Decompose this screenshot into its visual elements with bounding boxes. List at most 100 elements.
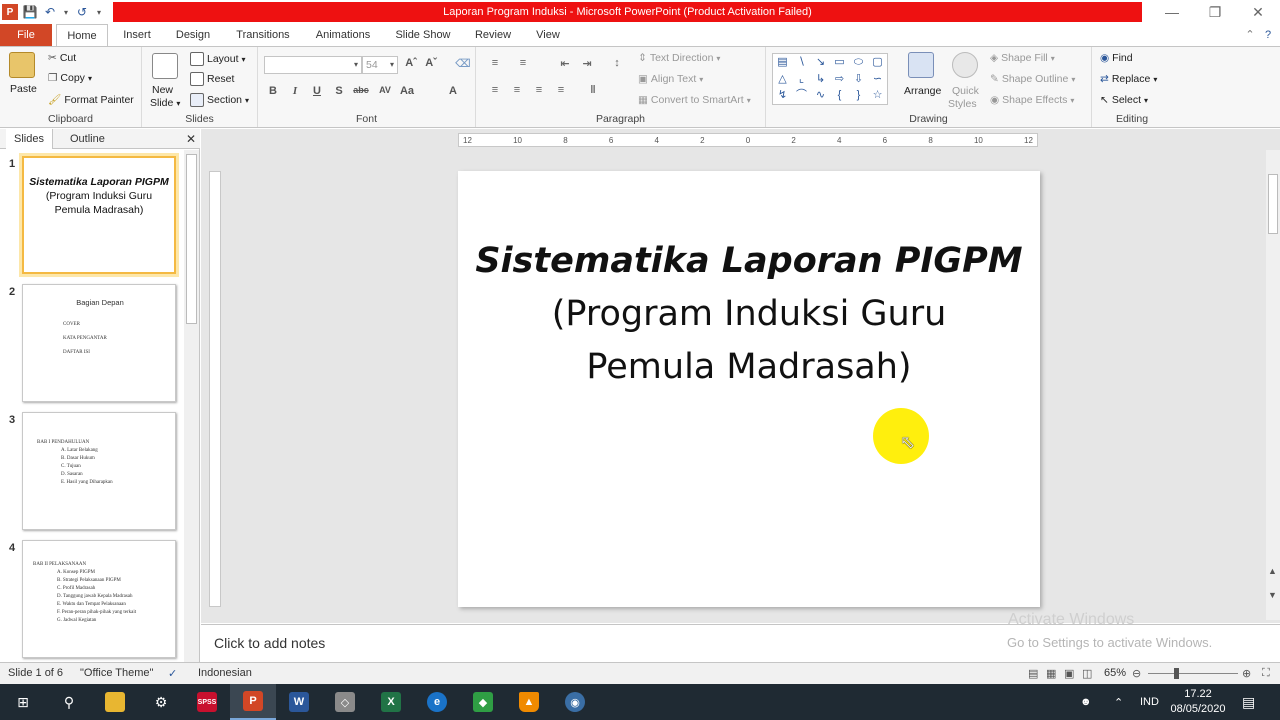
numbering-icon[interactable]: ≡ [514,57,532,69]
right-arrow-shape-icon[interactable]: ⇨ [830,71,849,88]
vlc-taskbar-icon[interactable]: ▲ [506,684,552,720]
freeform-shape-icon[interactable]: ↯ [773,87,792,104]
text-direction-button[interactable]: ⇕ Text Direction ▾ [638,52,720,64]
triangle-shape-icon[interactable]: △ [773,71,792,88]
new-slide-label-1[interactable]: New [152,84,173,96]
wave-shape-icon[interactable]: ∿ [811,87,830,104]
section-button[interactable]: Section ▾ [190,93,249,107]
justify-icon[interactable]: ≡ [552,84,570,96]
customize-qat-icon[interactable]: ▾ [94,4,104,20]
theme-name[interactable]: "Office Theme" [80,667,153,679]
align-left-icon[interactable]: ≡ [486,84,504,96]
quick-styles-label-2[interactable]: Styles [948,98,977,110]
app-icon[interactable]: SPSS [184,684,230,720]
next-slide-icon[interactable]: ▼ [1268,590,1277,600]
settings-icon[interactable]: ⚙ [138,684,184,720]
replace-button[interactable]: ⇄ Replace ▾ [1100,73,1157,85]
star-shape-icon[interactable]: ☆ [868,87,887,104]
arc-shape-icon[interactable]: ⌒ [792,87,811,104]
character-spacing-icon[interactable]: AV [376,85,394,95]
columns-icon[interactable]: ‖ [584,84,602,96]
close-icon[interactable]: ✕ [1238,0,1278,24]
arrange-icon[interactable] [908,52,934,78]
tab-review[interactable]: Review [470,24,516,46]
editor-scrollbar[interactable]: ▲ ▼ [1266,150,1280,620]
edge-taskbar-icon[interactable]: e [414,684,460,720]
slide-thumbnail[interactable]: Bagian Depan COVER KATA PENGANTAR DAFTAR… [22,284,176,402]
new-slide-label-2[interactable]: Slide ▾ [150,97,180,109]
curve-shape-icon[interactable]: ∽ [868,71,887,88]
notes-placeholder[interactable]: Click to add notes [214,635,325,651]
minimize-ribbon-icon[interactable]: ⌃ [1242,24,1258,46]
find-button[interactable]: ◉ Find [1100,52,1133,64]
file-explorer-icon[interactable] [92,684,138,720]
arrow-line-shape-icon[interactable]: ↘ [811,54,830,71]
thumbnail-scrollbar[interactable] [184,150,199,662]
powerpoint-taskbar-icon[interactable]: P [230,684,276,720]
excel-taskbar-icon[interactable]: X [368,684,414,720]
layout-button[interactable]: Layout ▾ [190,52,246,66]
connector-shape-icon[interactable]: ⌞ [792,71,811,88]
tab-insert[interactable]: Insert [114,24,160,46]
clock[interactable]: 17.22 08/05/2020 [1168,684,1228,720]
redo-icon[interactable]: ↺ [74,4,90,20]
current-slide[interactable]: Sistematika Laporan PIGPM (Program Induk… [458,171,1040,607]
tab-view[interactable]: View [528,24,568,46]
quick-styles-label-1[interactable]: Quick [952,85,979,97]
bold-icon[interactable]: B [264,85,282,97]
down-arrow-shape-icon[interactable]: ⇩ [849,71,868,88]
change-case-icon[interactable]: Aa [398,85,416,97]
spellcheck-icon[interactable]: ✓ [168,667,177,680]
zoom-out-icon[interactable]: ⊖ [1132,667,1141,680]
shapes-gallery[interactable]: ▤ ∖ ↘ ▭ ⬭ ▢ △ ⌞ ↳ ⇨ ⇩ ∽ ↯ ⌒ ∿{} ☆ [772,53,888,105]
app-taskbar-icon[interactable]: ◆ [460,684,506,720]
tab-transitions[interactable]: Transitions [228,24,298,46]
rectangle-shape-icon[interactable]: ▭ [830,54,849,71]
input-language[interactable]: IND [1140,684,1159,720]
align-text-button[interactable]: ▣ Align Text ▾ [638,73,703,85]
notifications-icon[interactable]: ▤ [1242,684,1255,720]
tab-file[interactable]: File [0,24,52,46]
shrink-font-icon[interactable]: Aˇ [422,57,440,69]
shadow-icon[interactable]: S [330,85,348,97]
zoom-level[interactable]: 65% [1104,667,1126,679]
convert-smartart-button[interactable]: ▦ Convert to SmartArt ▾ [638,94,751,106]
font-size-combo[interactable]: 54 ▾ [362,56,398,74]
reading-view-icon[interactable]: ▣ [1064,667,1074,680]
slide-thumbnail[interactable]: BAB I PENDAHULUAN A. Latar Belakang B. D… [22,412,176,530]
rounded-rect-shape-icon[interactable]: ▢ [868,54,887,71]
shape-effects-button[interactable]: ◉ Shape Effects ▾ [990,94,1074,106]
slide-title-placeholder[interactable]: Sistematika Laporan PIGPM (Program Induk… [458,235,1040,394]
elbow-shape-icon[interactable]: ↳ [811,71,830,88]
zoom-slider[interactable] [1148,673,1238,674]
undo-icon[interactable]: ↶ [42,4,58,20]
increase-indent-icon[interactable]: ⇥ [578,57,596,70]
select-button[interactable]: ↖ Select ▾ [1100,94,1148,106]
help-icon[interactable]: ? [1260,24,1276,46]
arrange-button[interactable]: Arrange [904,85,941,97]
scrollbar-thumb[interactable] [186,154,197,324]
line-shape-icon[interactable]: ∖ [792,54,811,71]
normal-view-icon[interactable]: ▤ [1028,667,1038,680]
tab-home[interactable]: Home [56,24,108,47]
tab-slide-show[interactable]: Slide Show [390,24,456,46]
align-center-icon[interactable]: ≡ [508,84,526,96]
app-taskbar-icon[interactable]: ◉ [552,684,598,720]
cut-button[interactable]: ✂ Cut [48,52,76,64]
font-name-combo[interactable]: ▾ [264,56,362,74]
fit-to-window-icon[interactable]: ⛶ [1262,667,1270,680]
shape-fill-button[interactable]: ◈ Shape Fill ▾ [990,52,1055,64]
paste-button[interactable]: Paste [10,83,37,95]
decrease-indent-icon[interactable]: ⇤ [556,57,574,70]
align-right-icon[interactable]: ≡ [530,84,548,96]
word-taskbar-icon[interactable]: W [276,684,322,720]
bullets-icon[interactable]: ≡ [486,57,504,69]
language-indicator[interactable]: Indonesian [198,667,252,679]
underline-icon[interactable]: U [308,85,326,97]
oval-shape-icon[interactable]: ⬭ [849,54,868,71]
strikethrough-icon[interactable]: abc [352,85,370,95]
right-brace-shape-icon[interactable]: } [849,87,868,104]
show-hidden-icons[interactable]: ⌃ [1114,684,1123,720]
save-icon[interactable]: 💾 [22,4,38,20]
tab-design[interactable]: Design [168,24,218,46]
